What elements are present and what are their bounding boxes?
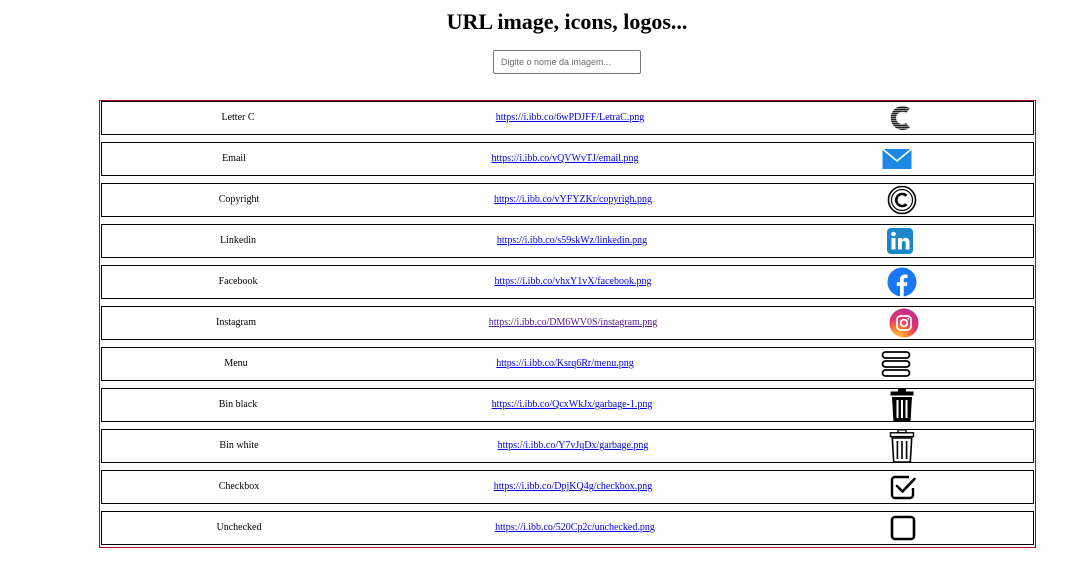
bin-white-icon — [887, 429, 917, 463]
checkbox-icon — [888, 472, 918, 502]
table-row: Facebook https://i.ibb.co/vhxY1vX/facebo… — [101, 265, 1034, 299]
image-name-text: Menu — [224, 358, 248, 369]
table-row: Letter C https://i.ibb.co/6wPDJFF/LetraC… — [101, 101, 1034, 135]
image-name-text: Unchecked — [216, 522, 262, 533]
image-name-text: Linkedin — [219, 235, 257, 246]
table-row: Bin white https://i.ibb.co/Y7vJqDx/garba… — [101, 429, 1034, 463]
letter-c-icon — [885, 103, 915, 133]
page-title: URL image, icons, logos... — [446, 9, 688, 34]
menu-icon — [881, 349, 911, 379]
email-envelope-icon — [882, 144, 912, 174]
image-name-text: Bin black — [218, 399, 258, 410]
image-url-link[interactable]: https://i.ibb.co/vYFYZKr/copyrigh.png — [494, 184, 652, 216]
image-url-link[interactable]: https://i.ibb.co/s59skWz/linkedin.png — [497, 225, 647, 257]
search-input[interactable] — [493, 50, 641, 74]
image-url-link[interactable]: https://i.ibb.co/6wPDJFF/LetraC.png — [496, 102, 645, 134]
table-row: Checkbox https://i.ibb.co/DpjKQ4g/checkb… — [101, 470, 1034, 504]
facebook-icon — [887, 267, 917, 297]
image-name-text: Copyright — [218, 194, 260, 205]
table-row: Copyright https://i.ibb.co/vYFYZKr/copyr… — [101, 183, 1034, 217]
image-url-link[interactable]: https://i.ibb.co/DpjKQ4g/checkbox.png — [494, 471, 653, 503]
linkedin-icon — [885, 226, 915, 256]
image-table: Letter C https://i.ibb.co/6wPDJFF/LetraC… — [99, 100, 1036, 548]
image-name-text: Facebook — [218, 276, 258, 287]
image-url-link[interactable]: https://i.ibb.co/520Cp2c/unchecked.png — [495, 512, 655, 544]
copyright-icon — [887, 185, 917, 215]
image-name-text: Instagram — [216, 317, 256, 328]
image-name-text: Email — [222, 153, 246, 164]
image-url-link[interactable]: https://i.ibb.co/DM6WV0S/instagram.png — [489, 307, 658, 339]
table-row: Bin black https://i.ibb.co/QcxWkJx/garba… — [101, 388, 1034, 422]
table-row: Instagram https://i.ibb.co/DM6WV0S/insta… — [101, 306, 1034, 340]
unchecked-icon — [888, 513, 918, 543]
image-url-link[interactable]: https://i.ibb.co/QcxWkJx/garbage-1.png — [492, 389, 653, 421]
instagram-icon — [889, 308, 919, 338]
image-name-text: Letter C — [221, 112, 255, 123]
table-row: Unchecked https://i.ibb.co/520Cp2c/unche… — [101, 511, 1034, 545]
table-row: Menu https://i.ibb.co/Ksrq6Rr/menu.png — [101, 347, 1034, 381]
bin-black-icon — [887, 388, 917, 422]
image-url-link[interactable]: https://i.ibb.co/Y7vJqDx/garbage.png — [498, 430, 649, 462]
table-row: Linkedin https://i.ibb.co/s59skWz/linked… — [101, 224, 1034, 258]
table-row: Email https://i.ibb.co/vQVWvTJ/email.png — [101, 142, 1034, 176]
image-url-link[interactable]: https://i.ibb.co/vQVWvTJ/email.png — [492, 143, 639, 175]
image-name-text: Bin white — [219, 440, 259, 451]
image-url-link[interactable]: https://i.ibb.co/Ksrq6Rr/menu.png — [496, 348, 634, 380]
image-name-text: Checkbox — [218, 481, 260, 492]
image-url-link[interactable]: https://i.ibb.co/vhxY1vX/facebook.png — [495, 266, 652, 298]
